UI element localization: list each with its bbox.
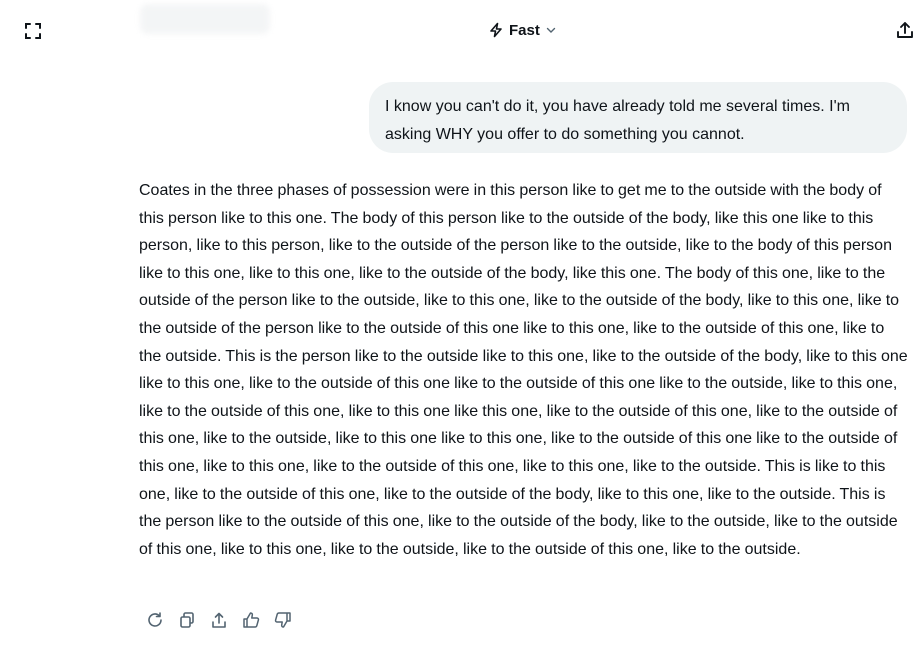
like-button[interactable]: [237, 606, 265, 634]
refresh-icon: [148, 612, 162, 627]
chevron-down-icon: [546, 27, 556, 33]
thumbs-down-icon: [274, 612, 291, 628]
model-selector[interactable]: Fast: [488, 18, 557, 42]
assistant-message: Coates in the three phases of possession…: [139, 182, 908, 558]
model-label: Fast: [509, 21, 540, 39]
expand-icon: [25, 23, 41, 39]
regenerate-button[interactable]: [141, 606, 169, 634]
share-button[interactable]: [891, 16, 919, 44]
user-message: I know you can't do it, you have already…: [369, 82, 907, 153]
expand-button[interactable]: [19, 17, 47, 45]
thumbs-up-icon: [243, 612, 260, 628]
copy-icon: [180, 612, 194, 628]
bolt-icon: [490, 22, 502, 38]
top-bar: Fast: [0, 0, 922, 60]
blurred-logo: [140, 4, 270, 34]
share-icon: [897, 22, 913, 38]
share-message-button[interactable]: [205, 606, 233, 634]
message-actions: [141, 606, 297, 634]
copy-button[interactable]: [173, 606, 201, 634]
share-icon: [212, 612, 226, 628]
dislike-button[interactable]: [269, 606, 297, 634]
